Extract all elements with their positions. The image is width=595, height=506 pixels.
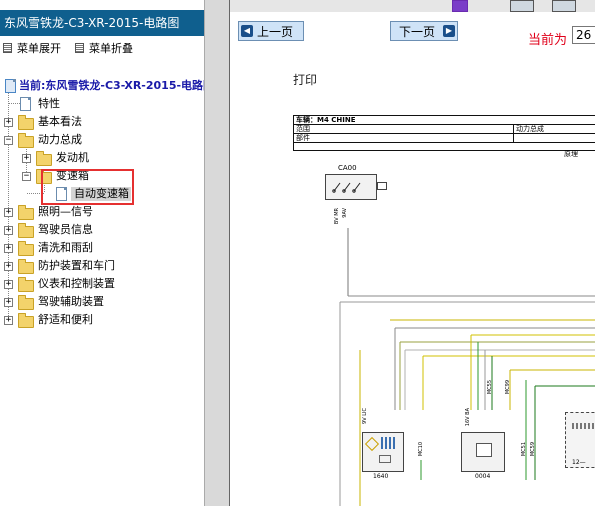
tree-item-label: 清洗和雨刮 <box>38 241 93 254</box>
component-1640 <box>362 432 404 472</box>
tree-item-features[interactable]: 特性 <box>0 96 200 112</box>
wire-label: MC99 <box>505 380 511 395</box>
collapse-icon[interactable]: − <box>4 136 13 145</box>
terminal-symbol <box>379 455 391 463</box>
bookmark-icon[interactable] <box>452 0 468 12</box>
folder-icon <box>18 223 34 238</box>
component-0004 <box>461 432 505 472</box>
current-page-label: 当前为 <box>528 33 568 48</box>
folder-icon <box>18 115 34 130</box>
computer-icon <box>5 79 16 93</box>
tree-item-label: 防护装置和车门 <box>38 259 115 272</box>
top-toolbar <box>230 0 595 12</box>
folder-icon <box>18 259 34 274</box>
folder-icon <box>18 205 34 220</box>
component-label: 12— <box>572 459 586 466</box>
tree-item-protection-doors[interactable]: + 防护装置和车门 <box>0 258 200 274</box>
tree-pane: 东风雪铁龙-C3-XR-2015-电路图 菜单展开 菜单折叠 当前:东风雪铁龙-… <box>0 0 204 506</box>
tree-item-label: 驾驶员信息 <box>38 223 93 236</box>
collapse-all-button[interactable]: 菜单折叠 <box>75 42 133 56</box>
expand-icon[interactable]: + <box>4 226 13 235</box>
connector-label: 9V LIC <box>362 408 368 424</box>
tree-item-label: 特性 <box>38 97 60 110</box>
pane-title: 东风雪铁龙-C3-XR-2015-电路图 <box>0 10 204 36</box>
pane-splitter[interactable] <box>204 0 230 506</box>
document-viewer: ◀ 上一页 下一页 ▶ 当前为 打印 车辆：M4 CHINE 范围 动力总成 部… <box>230 0 595 506</box>
tree-item-powertrain[interactable]: − 动力总成 <box>0 132 200 148</box>
tree-item-label: 仪表和控制装置 <box>38 277 115 290</box>
collapse-all-label: 菜单折叠 <box>89 42 133 55</box>
tree-item-lighting-signals[interactable]: + 照明—信号 <box>0 204 200 220</box>
prev-page-button[interactable]: ◀ 上一页 <box>238 21 304 41</box>
expand-all-button[interactable]: 菜单展开 <box>3 42 61 56</box>
tree-root[interactable]: 当前:东风雪铁龙-C3-XR-2015-电路图 <box>3 78 204 94</box>
expand-icon[interactable]: + <box>4 298 13 307</box>
diamond-symbol <box>364 436 380 452</box>
tree-item-driving-assistance[interactable]: + 驾驶辅助装置 <box>0 294 200 310</box>
tree-root-label: 当前:东风雪铁龙-C3-XR-2015-电路图 <box>19 79 204 92</box>
expand-icon[interactable]: + <box>4 208 13 217</box>
document-icon <box>20 97 31 111</box>
next-page-button[interactable]: 下一页 ▶ <box>390 21 458 41</box>
expand-icon[interactable]: + <box>4 262 13 271</box>
component-label: 0004 <box>475 473 491 480</box>
tree-item-wash-wipe[interactable]: + 清洗和雨刮 <box>0 240 200 256</box>
page-navigation-bar: ◀ 上一页 下一页 ▶ 当前为 <box>230 12 595 51</box>
folder-icon <box>18 241 34 256</box>
expand-all-label: 菜单展开 <box>17 42 61 55</box>
expand-icon[interactable]: + <box>4 118 13 127</box>
expand-icon[interactable]: + <box>22 154 31 163</box>
tree-item-label: 发动机 <box>56 151 89 164</box>
tree-item-label: 舒适和便利 <box>38 313 93 326</box>
folder-icon <box>18 295 34 310</box>
folder-open-icon <box>18 133 34 148</box>
prev-page-label: 上一页 <box>257 25 294 39</box>
tree-item-label: 驾驶辅助装置 <box>38 295 104 308</box>
wire-label: MC59 <box>530 442 536 457</box>
pin-row-symbol <box>572 423 594 429</box>
expand-icon[interactable]: + <box>4 316 13 325</box>
wiring-lines <box>339 228 595 506</box>
tree-item-label: 动力总成 <box>38 133 82 146</box>
tree-item-comfort[interactable]: + 舒适和便利 <box>0 312 200 328</box>
module-symbol <box>476 443 492 457</box>
arrow-right-icon: ▶ <box>443 25 455 37</box>
expand-icon[interactable]: + <box>4 280 13 289</box>
expand-icon[interactable]: + <box>4 244 13 253</box>
component-label: 1640 <box>373 473 389 480</box>
page-number-input[interactable] <box>572 26 595 44</box>
wire-label: MC51 <box>521 442 527 457</box>
tree-item-driver-info[interactable]: + 驾驶员信息 <box>0 222 200 238</box>
arrow-left-icon: ◀ <box>241 25 253 37</box>
tree-item-engine[interactable]: + 发动机 <box>0 150 200 166</box>
tree-item-basic-views[interactable]: + 基本看法 <box>0 114 200 130</box>
collapse-icon[interactable]: − <box>22 172 31 181</box>
folder-icon <box>18 277 34 292</box>
tree-item-label: 基本看法 <box>38 115 82 128</box>
terminal-block-symbol <box>381 437 397 449</box>
menu-list-icon <box>3 43 12 53</box>
folder-icon <box>18 313 34 328</box>
red-highlight-box <box>41 169 134 205</box>
folder-icon <box>36 151 52 166</box>
next-page-label: 下一页 <box>399 25 436 39</box>
tree-item-label: 照明—信号 <box>38 205 93 218</box>
tree-item-instruments-controls[interactable]: + 仪表和控制装置 <box>0 276 200 292</box>
wiring-diagram-page: 打印 车辆：M4 CHINE 范围 动力总成 部件 原理 CA00 BV MR … <box>230 50 595 506</box>
wire-label: MC10 <box>418 442 424 457</box>
menu-list-icon <box>75 43 84 53</box>
wire-label: MC55 <box>487 380 493 395</box>
single-page-icon[interactable] <box>510 0 534 12</box>
two-page-icon[interactable] <box>552 0 576 12</box>
connector-label: 16V BA <box>465 408 471 427</box>
